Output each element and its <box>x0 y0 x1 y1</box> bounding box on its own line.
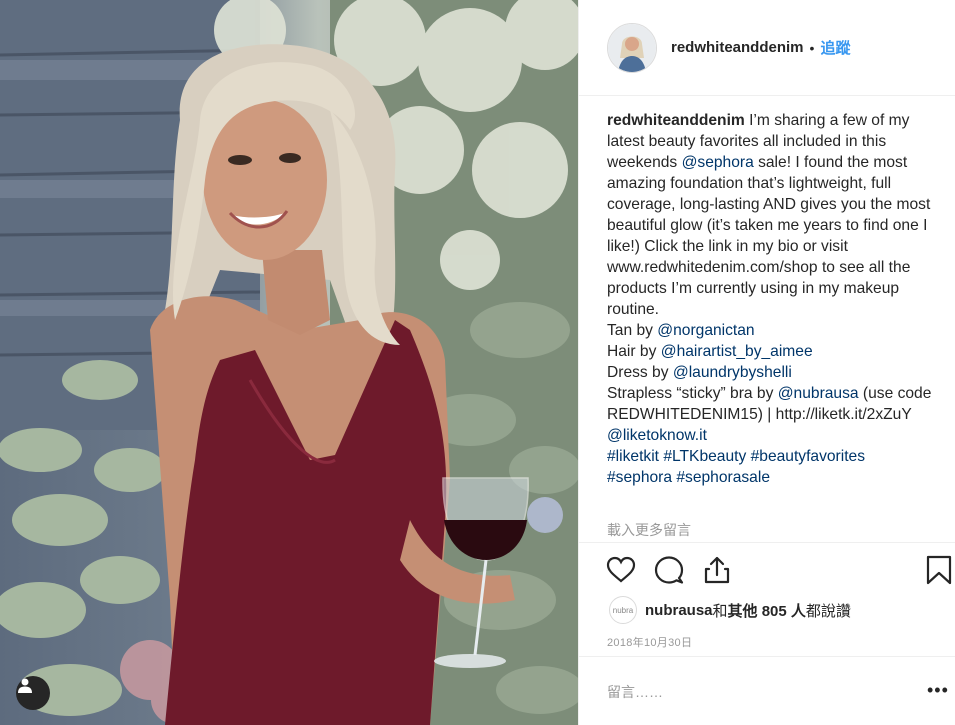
mention-liketoknow[interactable]: @liketoknow.it <box>607 427 707 444</box>
mention-norganictan[interactable]: @norganictan <box>657 322 754 339</box>
separator-dot: • <box>809 39 815 56</box>
load-more-comments[interactable]: 載入更多留言 <box>607 520 691 540</box>
bookmark-icon[interactable] <box>925 554 953 591</box>
comment-icon[interactable] <box>653 554 685 591</box>
photo-illustration <box>0 0 578 725</box>
credit-hair: Hair by @hairartist_by_aimee <box>607 341 932 362</box>
credit-label: Hair by <box>607 343 661 360</box>
likes-and: 和 <box>712 602 728 620</box>
caption-username[interactable]: redwhiteanddenim <box>607 112 745 129</box>
share-icon[interactable] <box>701 554 733 591</box>
credit-dress: Dress by @laundrybyshelli <box>607 362 932 383</box>
credit-label: Strapless “sticky” bra by <box>607 385 778 402</box>
avatar-image <box>608 23 656 72</box>
divider <box>579 656 955 657</box>
liker-avatar[interactable]: nubra <box>609 596 637 624</box>
heart-icon[interactable] <box>605 554 637 591</box>
follow-button[interactable]: 追蹤 <box>820 37 850 58</box>
likes-summary: nubra nubrausa 和 其他 805 人 都說讚 <box>609 596 851 624</box>
mention-laundrybyshelli[interactable]: @laundrybyshelli <box>673 364 792 381</box>
tagged-users-button[interactable] <box>16 676 50 710</box>
credit-label: Tan by <box>607 322 658 339</box>
mention-hairartist[interactable]: @hairartist_by_aimee <box>661 343 813 360</box>
credit-bra: Strapless “sticky” bra by @nubrausa (use… <box>607 383 932 446</box>
post-caption: redwhiteanddenim I’m sharing a few of my… <box>607 110 932 488</box>
liker-username[interactable]: nubrausa <box>645 602 713 619</box>
credit-label: Dress by <box>607 364 673 381</box>
credit-tan: Tan by @norganictan <box>607 320 932 341</box>
mention-nubrausa[interactable]: @nubrausa <box>778 385 859 402</box>
hashtags-line-1[interactable]: #liketkit #LTKbeauty #beautyfavorites <box>607 446 932 467</box>
avatar[interactable] <box>607 22 657 73</box>
mention-sephora[interactable]: @sephora <box>682 154 754 171</box>
more-dots-icon[interactable]: ••• <box>927 680 949 701</box>
post-username[interactable]: redwhiteanddenim <box>671 39 804 56</box>
action-bar <box>605 554 953 588</box>
post-date[interactable]: 2018年10月30日 <box>607 634 692 650</box>
divider <box>579 542 955 543</box>
caption-body: redwhiteanddenim I’m sharing a few of my… <box>607 110 932 320</box>
post-photo[interactable] <box>0 0 578 725</box>
user-tag-icon <box>18 678 32 693</box>
post-header: redwhiteanddenim • 追蹤 <box>579 0 955 96</box>
comment-input[interactable]: 留言…… <box>607 682 663 702</box>
hashtags-line-2[interactable]: #sephora #sephorasale <box>607 467 932 488</box>
caption-text-2: sale! I found the most amazing foundatio… <box>607 154 931 318</box>
likes-suffix: 都說讚 <box>805 602 851 620</box>
post-side-panel: redwhiteanddenim • 追蹤 redwhiteanddenim I… <box>578 0 955 725</box>
likes-others-count[interactable]: 其他 805 人 <box>728 600 806 621</box>
